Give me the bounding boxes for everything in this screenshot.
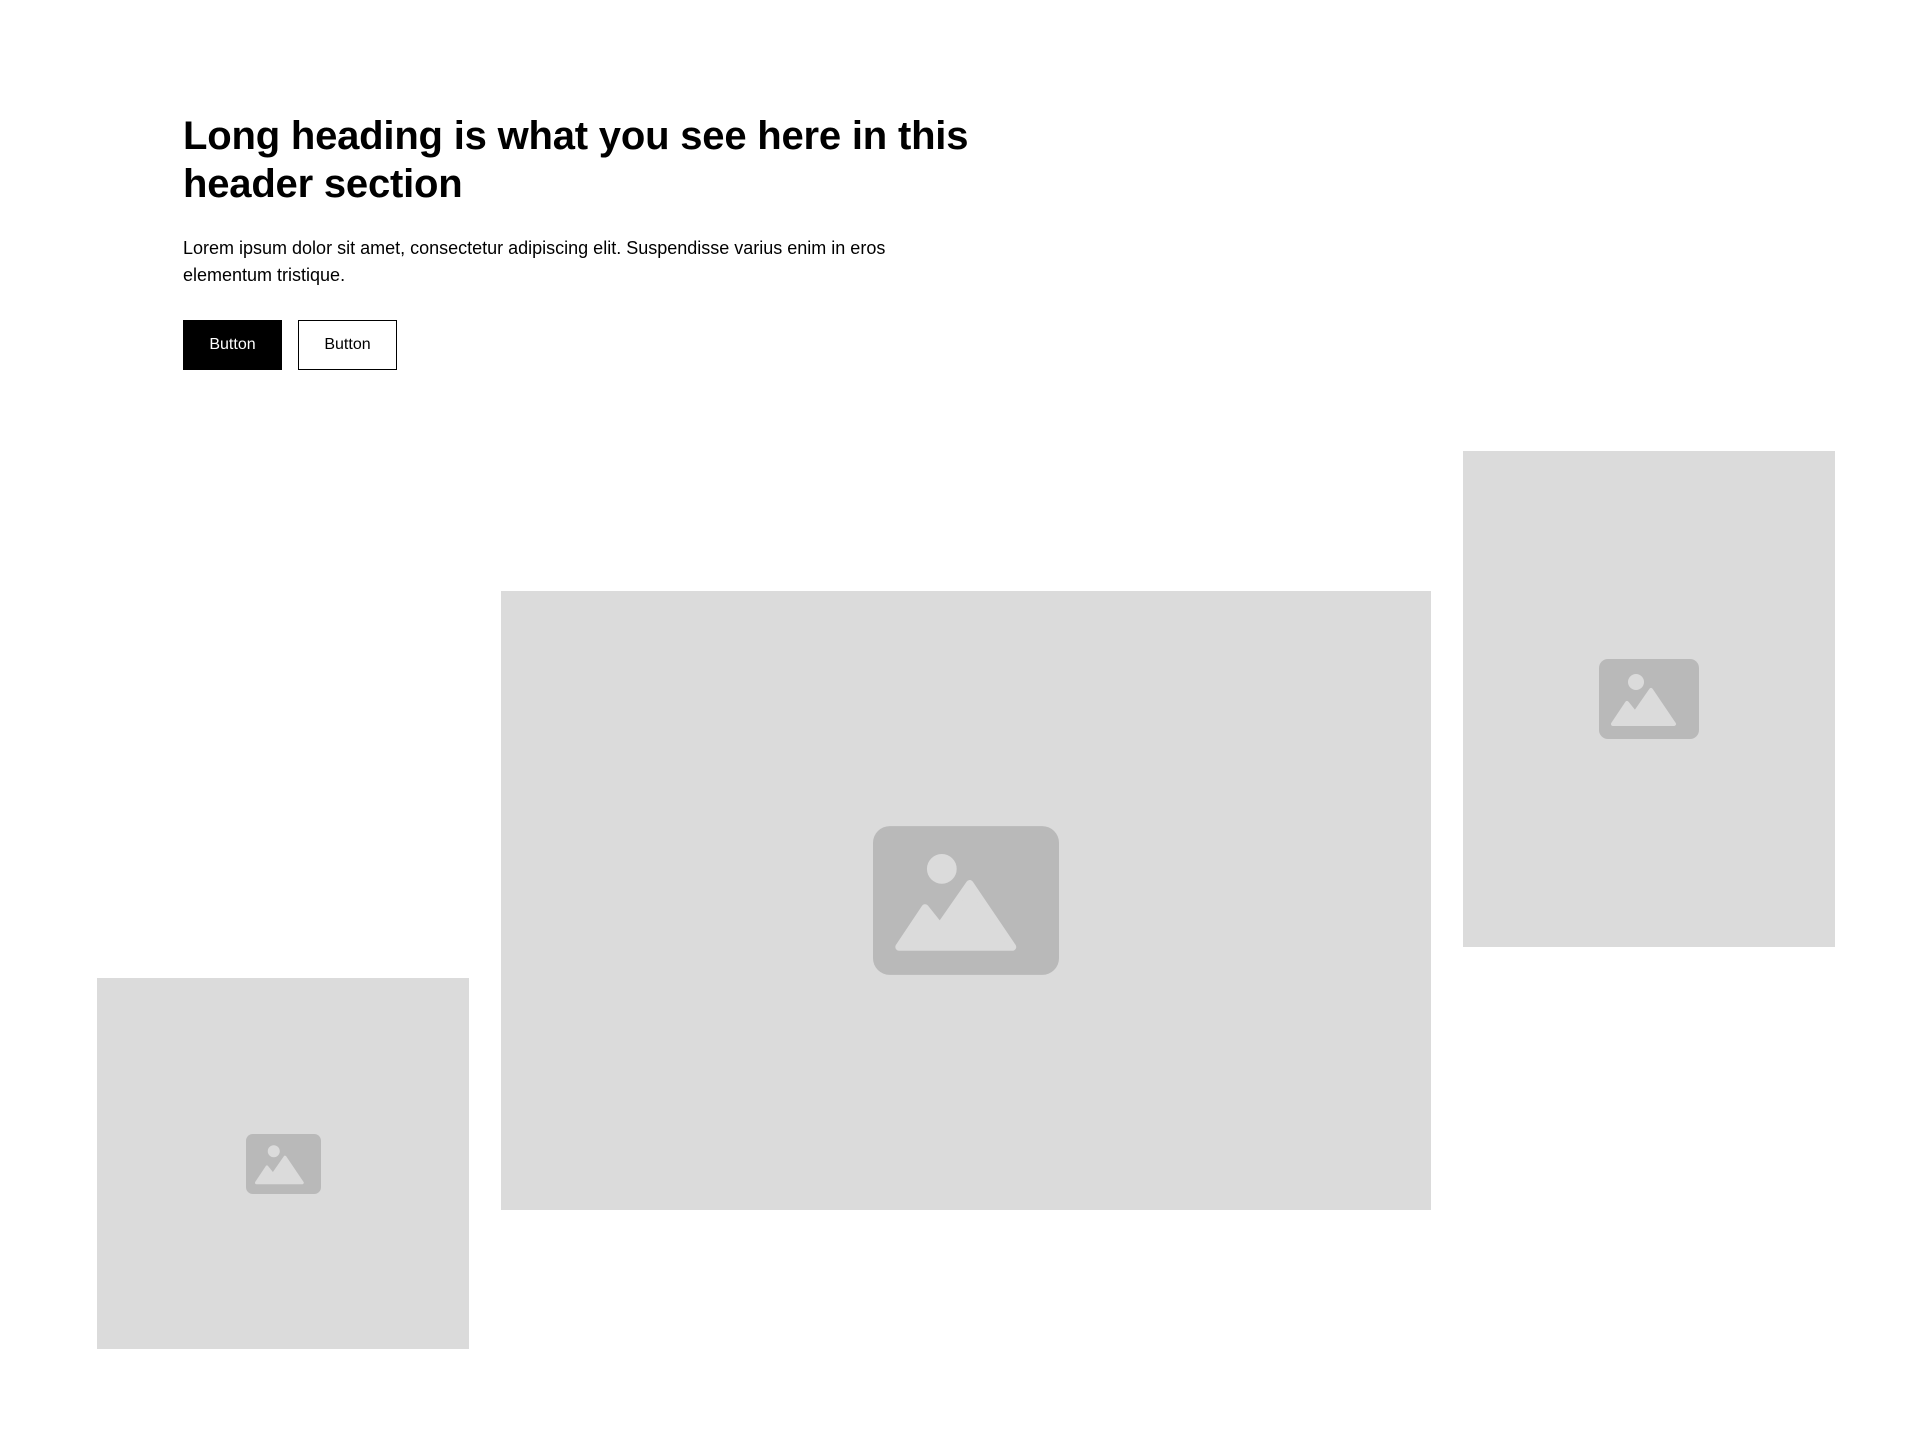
header-actions: Button Button: [183, 320, 983, 370]
primary-button[interactable]: Button: [183, 320, 282, 370]
page-heading: Long heading is what you see here in thi…: [183, 114, 969, 206]
image-placeholder-left: [97, 978, 469, 1349]
header-description: Lorem ipsum dolor sit amet, consectetur …: [183, 238, 886, 285]
image-placeholder-right: [1463, 451, 1835, 947]
page: Long heading is what you see here in thi…: [0, 0, 1920, 1454]
image-placeholder-icon: [1599, 659, 1699, 739]
header-section: Long heading is what you see here in thi…: [183, 112, 983, 370]
image-placeholder-icon: [245, 1133, 321, 1194]
image-placeholder-center: [501, 591, 1431, 1210]
secondary-button[interactable]: Button: [298, 320, 397, 370]
image-placeholder-icon: [873, 826, 1059, 975]
